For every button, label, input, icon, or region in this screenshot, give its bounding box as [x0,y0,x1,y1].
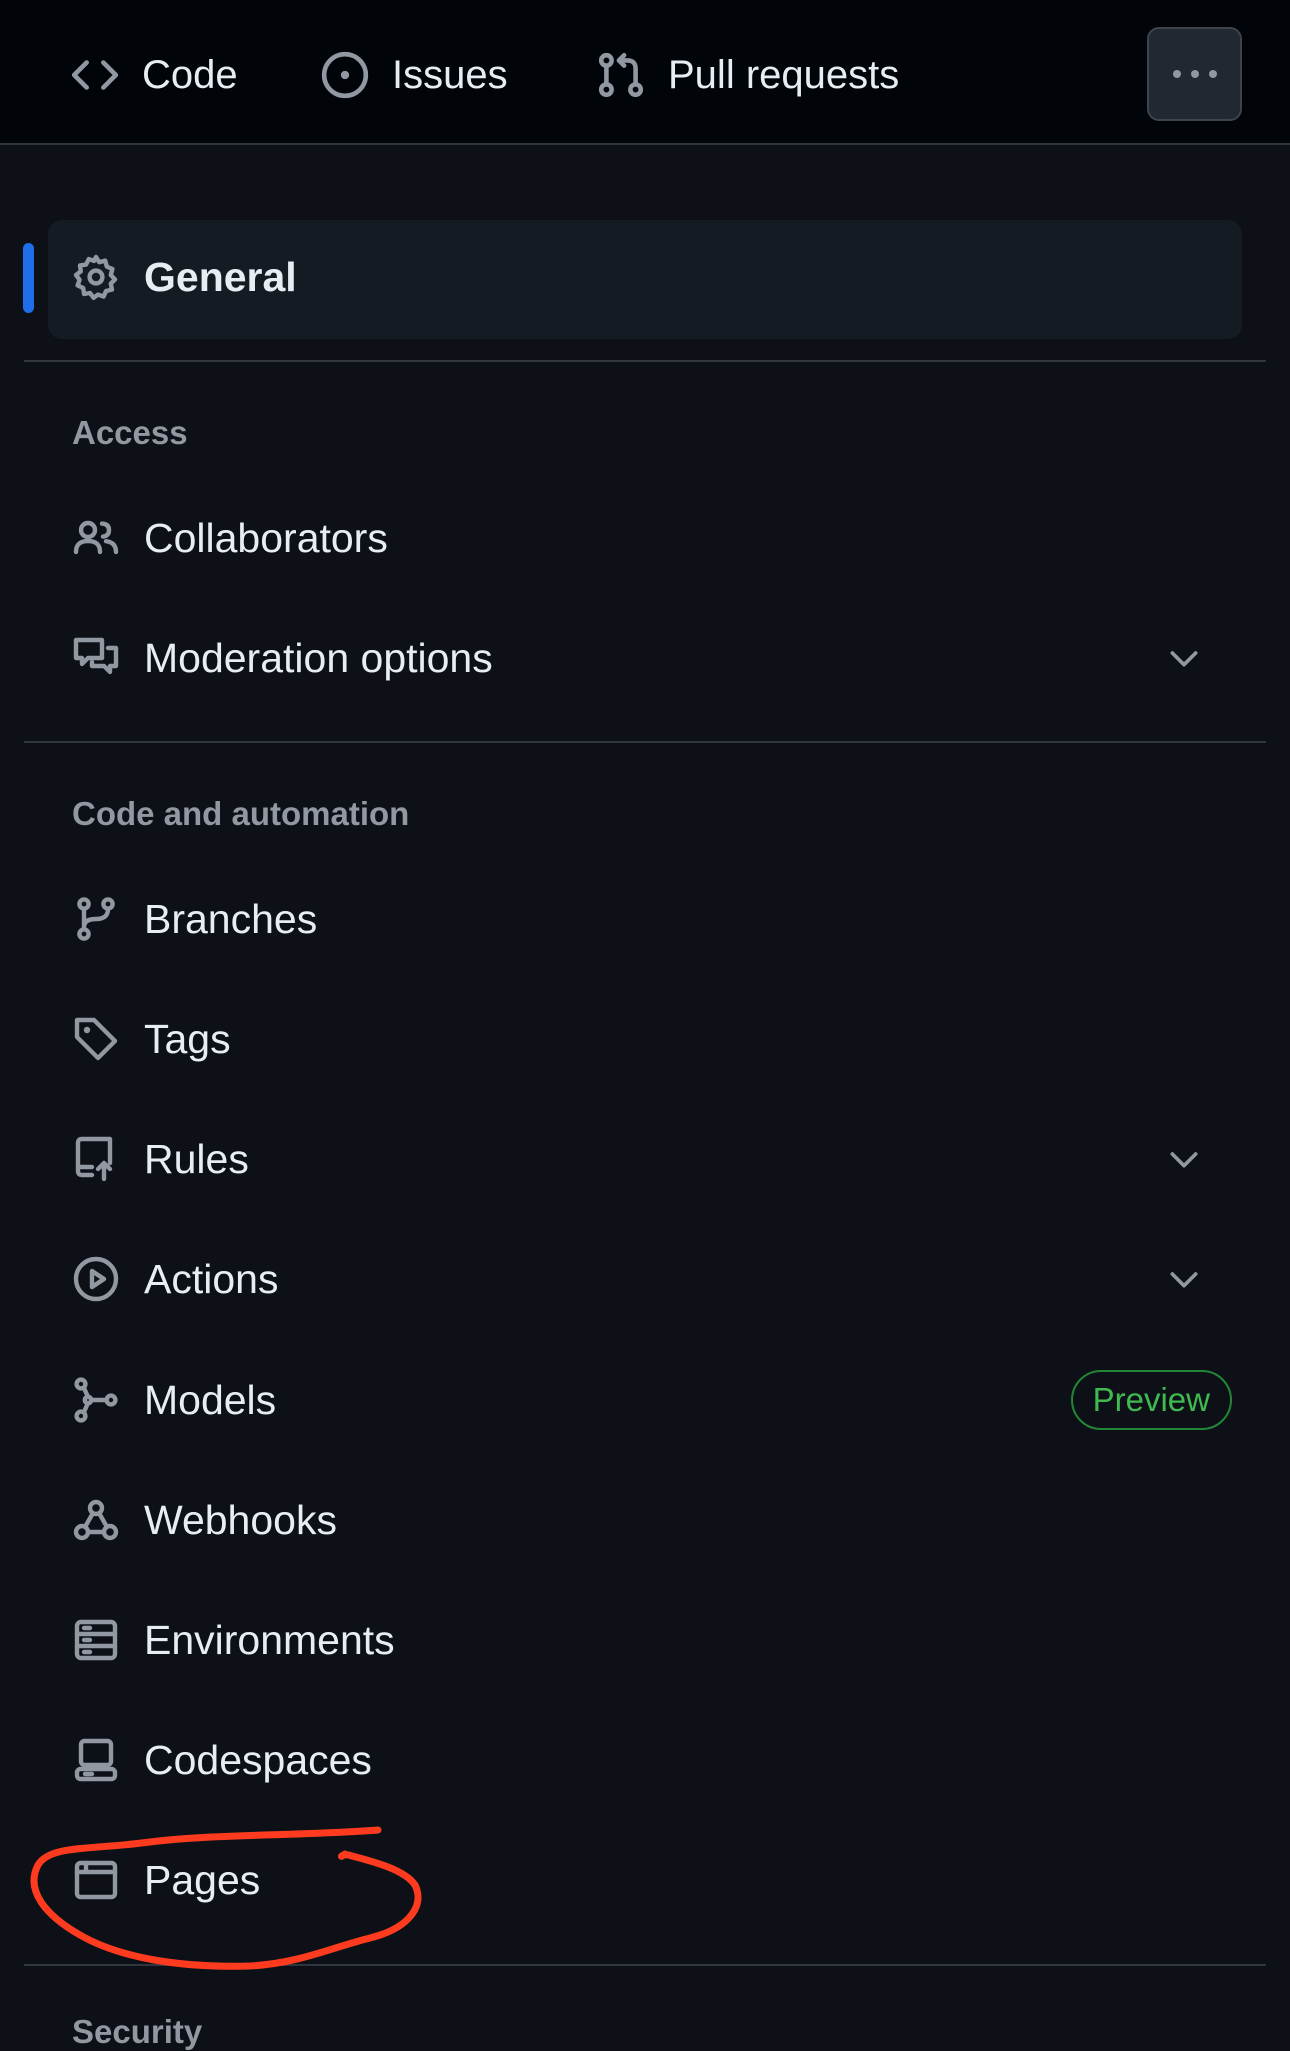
sidebar-item-label: Moderation options [144,634,493,681]
sidebar-item-moderation-options[interactable]: Moderation options [72,610,1242,706]
preview-badge: Preview [1070,1370,1232,1430]
comment-discussion-icon [72,634,120,682]
section-heading-access: Access [72,414,188,451]
people-icon [72,514,120,562]
sidebar-item-label: Branches [144,895,318,942]
sidebar-item-label: Environments [144,1616,395,1663]
sidebar-item-label: Codespaces [144,1736,372,1783]
more-tabs-button[interactable] [1147,27,1242,121]
divider [24,360,1266,362]
chevron-down-icon[interactable] [1164,638,1204,678]
sidebar-item-pages[interactable]: Pages [72,1832,1242,1928]
repo-top-nav: Code Issues Pull requests [0,0,1290,145]
sidebar-item-rules[interactable]: Rules [72,1111,1242,1207]
sidebar-item-collaborators[interactable]: Collaborators [72,490,1242,586]
sidebar-item-label: Collaborators [144,514,388,561]
git-pull-request-icon [598,52,644,98]
server-icon [72,1616,120,1664]
sidebar-item-label: Models [144,1376,277,1423]
sidebar-item-label: Tags [144,1015,231,1062]
sidebar-item-webhooks[interactable]: Webhooks [72,1472,1242,1568]
play-icon [72,1255,120,1303]
sidebar-item-branches[interactable]: Branches [72,871,1242,967]
chevron-down-icon[interactable] [1164,1259,1204,1299]
kebab-horizontal-icon [1172,70,1217,78]
selected-indicator [23,243,34,313]
codespaces-icon [72,1736,120,1784]
sidebar-item-general[interactable]: General [72,229,1242,325]
chevron-down-icon[interactable] [1164,1139,1204,1179]
sidebar-item-models[interactable]: Models Preview [72,1352,1242,1448]
ai-model-icon [72,1376,120,1424]
sidebar-item-label: Actions [144,1255,279,1302]
issue-opened-icon [321,51,369,99]
sidebar-item-label: Webhooks [144,1496,337,1543]
sidebar-item-codespaces[interactable]: Codespaces [72,1712,1242,1808]
tab-issues[interactable]: Issues [320,40,508,110]
tag-icon [72,1015,120,1063]
gear-icon [72,253,120,301]
sidebar-item-tags[interactable]: Tags [72,991,1242,1087]
sidebar-item-label: General [144,253,297,300]
sidebar-item-label: Rules [144,1135,249,1182]
tab-pull-requests[interactable]: Pull requests [596,40,899,110]
tab-issues-label: Issues [392,52,508,97]
git-branch-icon [72,895,120,943]
divider [24,741,1266,743]
sidebar-item-environments[interactable]: Environments [72,1592,1242,1688]
sidebar-item-label: Pages [144,1856,261,1903]
tab-pull-requests-label: Pull requests [668,52,900,97]
tab-code-label: Code [142,52,238,97]
webhook-icon [72,1496,120,1544]
repo-push-icon [72,1135,120,1183]
browser-icon [72,1856,120,1904]
code-icon [71,60,119,90]
sidebar-item-actions[interactable]: Actions [72,1231,1242,1327]
divider [24,1964,1266,1966]
section-heading-security: Security [72,2013,203,2050]
tab-code[interactable]: Code [70,40,238,110]
section-heading-code-and-automation: Code and automation [72,795,410,832]
